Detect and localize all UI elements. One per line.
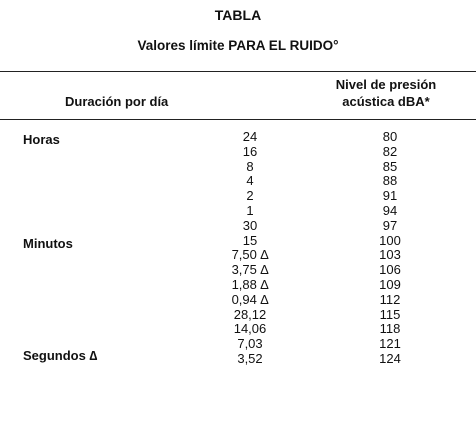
level-cell: 124 — [379, 351, 401, 366]
level-cell: 121 — [379, 336, 401, 352]
category-label-hours: Horas — [23, 132, 60, 147]
duration-cell: 3,75 ∆ — [231, 262, 269, 278]
column-header-level: Nivel de presión acústica dBA* — [316, 76, 456, 110]
level-cell: 94 — [382, 203, 398, 218]
duration-cell: 14,06 — [233, 321, 267, 337]
duration-cell: 7,50 ∆ — [231, 247, 269, 263]
level-cell: 82 — [382, 143, 398, 159]
level-cell: 112 — [379, 291, 401, 307]
level-cell: 91 — [382, 188, 398, 204]
duration-cell: 1,88 ∆ — [231, 277, 269, 292]
level-cell: 100 — [379, 232, 401, 248]
duration-cell: 30 — [242, 217, 258, 233]
duration-cell: 4 — [246, 173, 254, 189]
duration-cell: 1 — [246, 203, 254, 218]
duration-cell: 15 — [242, 232, 258, 248]
level-cell: 115 — [379, 306, 401, 322]
header-bottom-rule — [0, 119, 476, 120]
duration-cell: 8 — [246, 158, 254, 174]
column-header-duration: Duración por día — [65, 94, 169, 109]
duration-cell: 24 — [242, 129, 258, 144]
column-header-level-line2: acústica dBA* — [342, 94, 430, 109]
duration-cell: 16 — [242, 143, 258, 159]
header-top-rule — [0, 71, 476, 72]
category-label-minutes: Minutos — [23, 236, 73, 251]
level-cell: 103 — [379, 247, 401, 263]
level-cell: 109 — [379, 277, 401, 292]
duration-cell: 28,12 — [233, 306, 267, 322]
duration-cell: 2 — [246, 188, 254, 204]
duration-cell: 0,94 ∆ — [231, 291, 269, 307]
table-title: TABLA — [214, 7, 262, 23]
duration-cell: 3,52 — [237, 351, 263, 366]
level-cell: 88 — [382, 173, 398, 189]
level-cell: 97 — [382, 217, 398, 233]
column-header-level-line1: Nivel de presión — [335, 77, 437, 92]
level-cell: 118 — [379, 321, 401, 337]
level-cell: 80 — [382, 129, 398, 144]
level-cell: 85 — [382, 158, 398, 174]
duration-cell: 7,03 — [237, 336, 263, 352]
level-cell: 106 — [379, 262, 401, 278]
table-subtitle: Valores límite PARA EL RUIDO° — [137, 38, 339, 53]
category-label-seconds: Segundos ∆ — [23, 348, 98, 363]
